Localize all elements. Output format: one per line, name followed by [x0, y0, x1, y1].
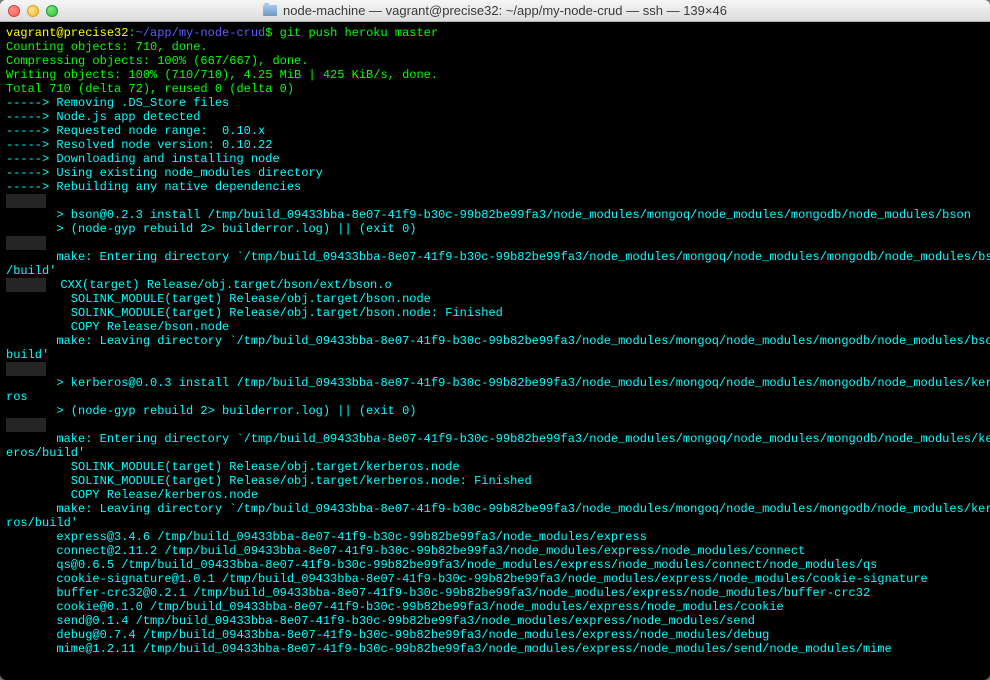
traffic-lights — [8, 5, 58, 17]
output-line: -----> Downloading and installing node — [6, 152, 984, 166]
window-title: node-machine — vagrant@precise32: ~/app/… — [263, 3, 727, 18]
minimize-button[interactable] — [27, 5, 39, 17]
prompt-path: ~/app/my-node-crud — [136, 26, 266, 40]
output-line: SOLINK_MODULE(target) Release/obj.target… — [6, 306, 984, 320]
output-line: cookie@0.1.0 /tmp/build_09433bba-8e07-41… — [6, 600, 984, 614]
titlebar[interactable]: node-machine — vagrant@precise32: ~/app/… — [0, 0, 990, 22]
output-line: Compressing objects: 100% (667/667), don… — [6, 54, 984, 68]
output-line: express@3.4.6 /tmp/build_09433bba-8e07-4… — [6, 530, 984, 544]
output-line: qs@0.6.5 /tmp/build_09433bba-8e07-41f9-b… — [6, 558, 984, 572]
output-line: -----> Using existing node_modules direc… — [6, 166, 984, 180]
output-line: CXX(target) Release/obj.target/bson/ext/… — [6, 278, 984, 292]
close-button[interactable] — [8, 5, 20, 17]
output-line: Counting objects: 710, done. — [6, 40, 984, 54]
folder-icon — [263, 5, 277, 16]
output-line: Total 710 (delta 72), reused 0 (delta 0) — [6, 82, 984, 96]
output-line: SOLINK_MODULE(target) Release/obj.target… — [6, 292, 984, 306]
prompt-user: vagrant@precise32 — [6, 26, 128, 40]
output-line: -----> Requested node range: 0.10.x — [6, 124, 984, 138]
output-line: > kerberos@0.0.3 install /tmp/build_0943… — [6, 376, 984, 404]
output-line: > (node-gyp rebuild 2> builderror.log) |… — [6, 404, 984, 418]
output-line: mime@1.2.11 /tmp/build_09433bba-8e07-41f… — [6, 642, 984, 656]
maximize-button[interactable] — [46, 5, 58, 17]
output-line — [6, 194, 984, 208]
output-line: -----> Node.js app detected — [6, 110, 984, 124]
title-label: node-machine — vagrant@precise32: ~/app/… — [283, 3, 727, 18]
output-line: send@0.1.4 /tmp/build_09433bba-8e07-41f9… — [6, 614, 984, 628]
output-line: make: Entering directory `/tmp/build_094… — [6, 432, 984, 460]
prompt-line: vagrant@precise32:~/app/my-node-crud$ gi… — [6, 26, 984, 40]
output-line — [6, 418, 984, 432]
terminal-content[interactable]: vagrant@precise32:~/app/my-node-crud$ gi… — [0, 22, 990, 680]
output-line: Writing objects: 100% (710/710), 4.25 Mi… — [6, 68, 984, 82]
output-line — [6, 236, 984, 250]
output-line: -----> Removing .DS_Store files — [6, 96, 984, 110]
output-line — [6, 362, 984, 376]
output-line: -----> Rebuilding any native dependencie… — [6, 180, 984, 194]
output-line: SOLINK_MODULE(target) Release/obj.target… — [6, 474, 984, 488]
output-line: buffer-crc32@0.2.1 /tmp/build_09433bba-8… — [6, 586, 984, 600]
output-line: COPY Release/bson.node — [6, 320, 984, 334]
output-line: > bson@0.2.3 install /tmp/build_09433bba… — [6, 208, 984, 222]
output-line: COPY Release/kerberos.node — [6, 488, 984, 502]
output-line: make: Leaving directory `/tmp/build_0943… — [6, 502, 984, 530]
output-line: connect@2.11.2 /tmp/build_09433bba-8e07-… — [6, 544, 984, 558]
output-line: cookie-signature@1.0.1 /tmp/build_09433b… — [6, 572, 984, 586]
command: git push heroku master — [280, 26, 438, 40]
output-line: -----> Resolved node version: 0.10.22 — [6, 138, 984, 152]
output-line: debug@0.7.4 /tmp/build_09433bba-8e07-41f… — [6, 628, 984, 642]
output-line: > (node-gyp rebuild 2> builderror.log) |… — [6, 222, 984, 236]
terminal-window: node-machine — vagrant@precise32: ~/app/… — [0, 0, 990, 680]
output-line: SOLINK_MODULE(target) Release/obj.target… — [6, 460, 984, 474]
output-line: make: Leaving directory `/tmp/build_0943… — [6, 334, 984, 362]
output-line: make: Entering directory `/tmp/build_094… — [6, 250, 984, 278]
